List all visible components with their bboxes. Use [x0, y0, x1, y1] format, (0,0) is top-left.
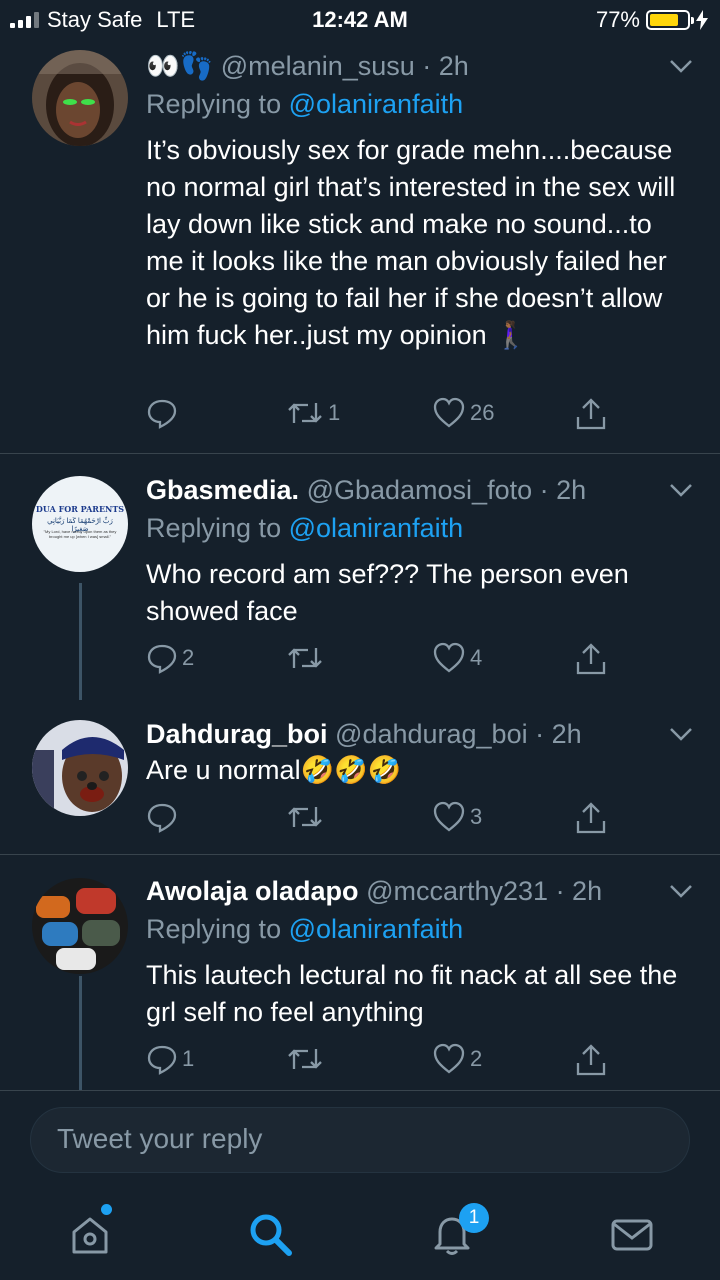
heart-icon [433, 801, 465, 832]
thread-line [79, 583, 82, 700]
reply-icon [147, 644, 177, 674]
mention-link[interactable]: @olaniranfaith [289, 89, 464, 119]
retweet-button[interactable] [286, 1043, 328, 1075]
tweet-actions: 2 4 [146, 642, 626, 682]
replying-to: Replying to @olaniranfaith [146, 86, 686, 122]
like-count: 2 [470, 1046, 483, 1071]
name-emoji: 👀👣 [146, 51, 214, 81]
messages-envelope-icon[interactable] [608, 1210, 656, 1258]
user-handle[interactable]: @melanin_susu [221, 51, 415, 81]
like-count: 4 [470, 645, 483, 670]
avatar-title: DUA FOR PARENTS [35, 504, 125, 514]
replying-to-label: Replying to [146, 89, 289, 119]
share-button[interactable] [574, 1043, 608, 1077]
tweet-actions: 1 2 [146, 1043, 626, 1083]
reply-button[interactable]: 1 [146, 1043, 194, 1075]
tweet-actions: 1 26 [146, 397, 626, 437]
user-handle[interactable]: @mccarthy231 [366, 876, 548, 906]
share-icon [576, 1044, 606, 1076]
retweet-button[interactable] [286, 801, 328, 833]
home-icon[interactable] [66, 1210, 114, 1258]
user-handle[interactable]: @Gbadamosi_foto [307, 475, 533, 505]
chevron-down-icon[interactable] [668, 716, 694, 752]
tweet-time: · 2h [539, 475, 587, 505]
like-button[interactable]: 4 [432, 642, 482, 674]
notification-badge: 1 [459, 1203, 489, 1233]
avatar[interactable] [32, 50, 128, 146]
tweet-time: · 2h [535, 719, 582, 749]
battery-percent: 77% [595, 7, 640, 32]
replying-to-label: Replying to [146, 513, 289, 543]
tweet-feed[interactable]: 👀👣 @melanin_susu · 2h Replying to @olani… [0, 40, 720, 1090]
reply-input-container[interactable] [30, 1107, 690, 1173]
search-icon[interactable] [246, 1210, 294, 1258]
reply-composer [0, 1090, 720, 1191]
charging-bolt-icon [696, 10, 708, 30]
avatar[interactable]: DUA FOR PARENTS رَبِّ ارْحَمْهُمَا كَمَا… [32, 476, 128, 572]
user-handle[interactable]: @dahdurag_boi [335, 719, 528, 749]
user-name[interactable]: Dahdurag_boi [146, 719, 328, 749]
share-button[interactable] [574, 801, 608, 835]
tweet-text: It’s obviously sex for grade mehn....bec… [146, 135, 676, 350]
retweet-icon [288, 1049, 322, 1069]
like-count: 3 [470, 804, 483, 829]
chevron-down-icon[interactable] [668, 48, 694, 84]
chevron-down-icon[interactable] [668, 472, 694, 508]
user-name[interactable]: Awolaja oladapo [146, 876, 359, 906]
avatar[interactable] [32, 720, 128, 816]
retweet-icon [288, 648, 322, 668]
battery-icon [646, 10, 694, 30]
tweet-text: Who record am sef??? The person even sho… [146, 559, 629, 626]
reply-icon [147, 803, 177, 833]
avatar-caption: "My Lord, have mercy upon them as they b… [43, 529, 117, 539]
new-content-dot [101, 1204, 112, 1215]
divider [0, 854, 720, 855]
tweet-time: · 2h [422, 51, 469, 81]
like-button[interactable]: 3 [432, 801, 482, 833]
share-button[interactable] [574, 642, 608, 676]
tweet-text: This lautech lectural no fit nack at all… [146, 960, 678, 1027]
avatar[interactable] [32, 878, 128, 974]
share-icon [576, 643, 606, 675]
mention-link[interactable]: @olaniranfaith [289, 513, 464, 543]
tweet-reply-input[interactable] [55, 1122, 659, 1156]
retweet-button[interactable] [286, 642, 328, 674]
retweet-icon [288, 807, 322, 827]
reply-button[interactable]: 2 [146, 642, 194, 674]
replying-to: Replying to @olaniranfaith [146, 510, 686, 546]
heart-icon [433, 642, 465, 673]
chevron-down-icon[interactable] [668, 873, 694, 909]
status-bar: Stay Safe LTE 12:42 AM 77% [0, 0, 720, 40]
replying-to: Replying to @olaniranfaith [146, 911, 686, 947]
tweet-text: Are u normal🤣🤣🤣 [146, 755, 402, 785]
reply-count: 2 [182, 645, 195, 670]
tweet-actions: 3 [146, 801, 626, 841]
retweet-icon [288, 403, 322, 423]
heart-icon [433, 397, 465, 428]
tweet-time: · 2h [555, 876, 603, 906]
mention-link[interactable]: @olaniranfaith [289, 914, 464, 944]
share-icon [576, 398, 606, 430]
like-button[interactable]: 26 [432, 397, 494, 429]
reply-icon [147, 399, 177, 429]
share-icon [576, 802, 606, 834]
like-button[interactable]: 2 [432, 1043, 482, 1075]
user-name[interactable]: Gbasmedia. [146, 475, 299, 505]
share-button[interactable] [574, 397, 608, 431]
reply-button[interactable] [146, 801, 182, 833]
heart-icon [433, 1043, 465, 1074]
divider [0, 453, 720, 454]
reply-count: 1 [182, 1046, 195, 1071]
replying-to-label: Replying to [146, 914, 289, 944]
retweet-count: 1 [328, 400, 341, 425]
like-count: 26 [470, 400, 495, 425]
retweet-button[interactable]: 1 [286, 397, 340, 429]
reply-button[interactable] [146, 397, 182, 429]
thread-line [79, 976, 82, 1090]
reply-icon [147, 1045, 177, 1075]
